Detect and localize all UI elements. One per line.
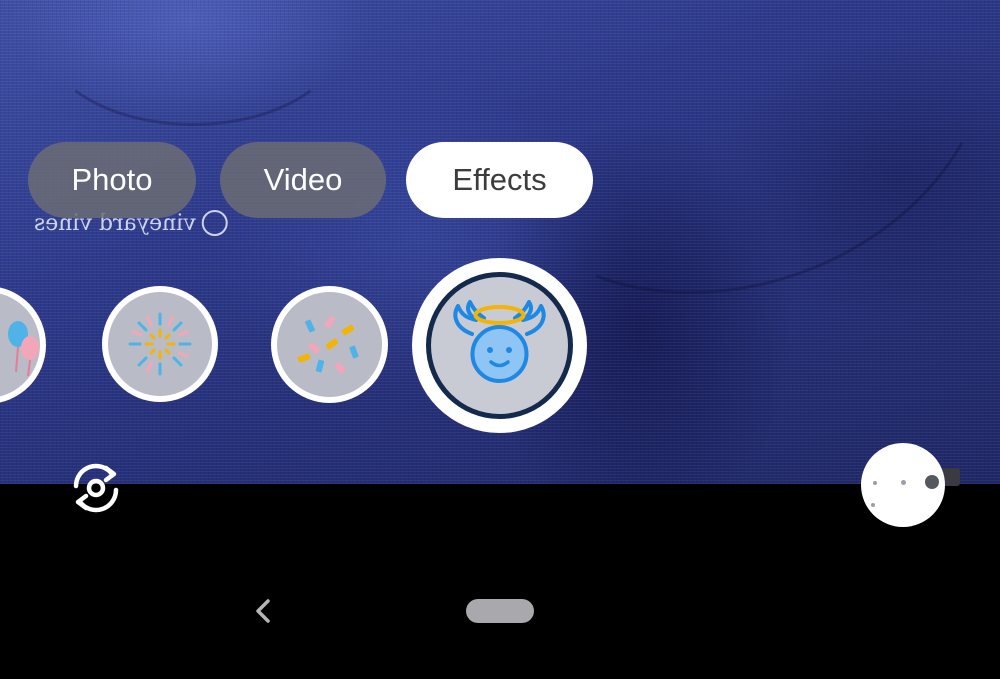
switch-camera-button[interactable] xyxy=(64,456,128,520)
tab-effects[interactable]: Effects xyxy=(406,142,593,218)
nav-back-button[interactable] xyxy=(250,595,278,627)
camera-app: vineyard vines Photo Video Effects xyxy=(0,0,1000,679)
gallery-thumbnail[interactable] xyxy=(861,443,945,527)
fireworks-icon xyxy=(128,312,192,376)
shirt-logo-whale xyxy=(201,210,228,236)
effect-fireworks[interactable] xyxy=(102,286,218,402)
balloons-icon xyxy=(8,321,39,377)
effect-balloons[interactable] xyxy=(0,286,46,404)
thumbnail-detail xyxy=(925,475,939,489)
angel-icon xyxy=(453,300,546,383)
effect-balloons-tile xyxy=(0,292,40,398)
shirt-collar xyxy=(40,0,346,126)
thumbnail-detail xyxy=(871,503,875,507)
back-chevron-icon xyxy=(256,599,270,623)
thumbnail-detail xyxy=(873,481,877,485)
effect-confetti[interactable] xyxy=(271,286,388,403)
tab-photo[interactable]: Photo xyxy=(28,142,196,218)
bottom-control-bar xyxy=(0,484,1000,679)
effect-fireworks-tile xyxy=(108,292,212,396)
thumbnail-detail xyxy=(901,480,906,485)
home-pill[interactable] xyxy=(466,599,534,623)
switch-camera-icon xyxy=(73,463,119,513)
effect-angel-tile xyxy=(426,272,573,419)
effect-confetti-tile xyxy=(277,292,382,397)
confetti-icon xyxy=(297,315,359,375)
tab-video[interactable]: Video xyxy=(220,142,386,218)
effect-angel-selected[interactable] xyxy=(412,258,587,433)
